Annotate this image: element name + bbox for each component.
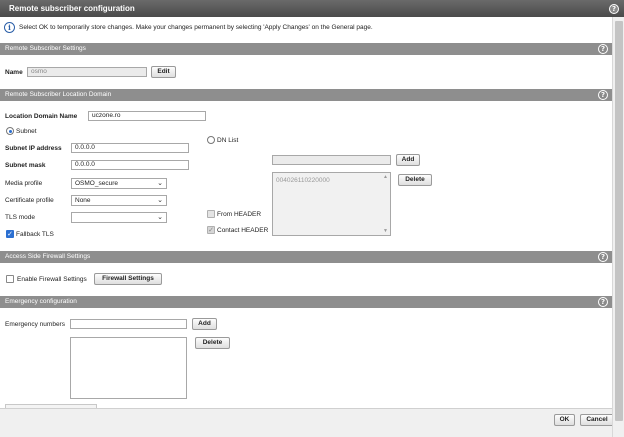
dn-list-input	[272, 155, 391, 165]
emergency-add-button[interactable]: Add	[192, 318, 217, 330]
help-icon[interactable]: ?	[609, 4, 619, 14]
section-emergency-title: Emergency configuration	[5, 298, 77, 305]
dn-list-label: DN List	[217, 137, 239, 144]
certificate-profile-select[interactable]: None ⌄	[71, 195, 167, 206]
section-remote-settings-title: Remote Subscriber Settings	[5, 45, 86, 52]
tls-mode-select[interactable]: ⌄	[71, 212, 167, 223]
info-icon: i	[4, 22, 15, 33]
vertical-scrollbar[interactable]	[612, 17, 624, 437]
edit-name-button[interactable]: Edit	[151, 66, 176, 78]
media-profile-select[interactable]: OSMO_secure ⌄	[71, 178, 167, 189]
subnet-ip-input[interactable]: 0.0.0.0	[71, 143, 189, 153]
dn-delete-button[interactable]: Delete	[398, 174, 432, 186]
name-field: osmo	[27, 67, 147, 77]
enable-firewall-label: Enable Firewall Settings	[17, 276, 87, 283]
emergency-numbers-list[interactable]	[70, 337, 187, 399]
emergency-numbers-label: Emergency numbers	[5, 321, 65, 328]
fallback-tls-checkbox[interactable]: ✓	[6, 230, 14, 238]
scroll-up-icon[interactable]: ▲	[383, 174, 388, 180]
dn-list-radio[interactable]	[207, 136, 215, 144]
subnet-radio-label: Subnet	[16, 128, 37, 135]
certificate-profile-value: None	[75, 197, 91, 204]
emergency-numbers-input[interactable]	[70, 319, 187, 329]
help-icon[interactable]: ?	[598, 44, 608, 54]
help-icon[interactable]: ?	[598, 297, 608, 307]
chevron-down-icon: ⌄	[157, 197, 163, 204]
location-domain-label: Location Domain Name	[5, 113, 78, 120]
dn-add-button[interactable]: Add	[396, 154, 420, 166]
section-location-domain-title: Remote Subscriber Location Domain	[5, 91, 112, 98]
location-domain-input[interactable]: uczone.ro	[88, 111, 206, 121]
section-location-domain: Remote Subscriber Location Domain ?	[0, 89, 612, 101]
cancel-button[interactable]: Cancel	[580, 414, 614, 426]
name-label: Name	[5, 69, 23, 76]
list-item[interactable]: 004026110220000	[276, 176, 330, 185]
emergency-delete-button[interactable]: Delete	[195, 337, 230, 349]
tls-mode-label: TLS mode	[5, 214, 35, 221]
section-firewall-title: Access Side Firewall Settings	[5, 253, 91, 260]
dialog-title: Remote subscriber configuration	[0, 0, 624, 17]
fallback-tls-label: Fallback TLS	[16, 231, 54, 238]
subnet-mask-input[interactable]: 0.0.0.0	[71, 160, 189, 170]
from-header-label: From HEADER	[217, 211, 262, 218]
contact-header-label: Contact HEADER	[217, 227, 269, 234]
section-emergency: Emergency configuration ?	[0, 296, 612, 308]
scrollbar-thumb[interactable]	[615, 21, 623, 421]
media-profile-label: Media profile	[5, 180, 43, 187]
scroll-down-icon[interactable]: ▼	[383, 228, 388, 234]
help-icon[interactable]: ?	[598, 90, 608, 100]
subnet-mask-label: Subnet mask	[5, 162, 46, 169]
chevron-down-icon: ⌄	[157, 180, 163, 187]
info-text: Select OK to temporarily store changes. …	[19, 24, 373, 31]
firewall-settings-button[interactable]: Firewall Settings	[94, 273, 162, 285]
from-header-checkbox	[207, 210, 215, 218]
subnet-radio[interactable]	[6, 127, 14, 135]
enable-firewall-checkbox[interactable]	[6, 275, 14, 283]
section-firewall: Access Side Firewall Settings ?	[0, 251, 612, 263]
chevron-down-icon: ⌄	[157, 214, 163, 221]
ok-button[interactable]: OK	[554, 414, 575, 426]
certificate-profile-label: Certificate profile	[5, 197, 54, 204]
dialog-footer	[0, 408, 612, 437]
contact-header-checkbox: ✓	[207, 226, 215, 234]
dn-list-box[interactable]: 004026110220000 ▲ ▼	[272, 172, 391, 236]
subnet-ip-label: Subnet IP address	[5, 145, 62, 152]
media-profile-value: OSMO_secure	[75, 180, 118, 187]
section-remote-settings: Remote Subscriber Settings ?	[0, 43, 612, 55]
dialog-title-text: Remote subscriber configuration	[9, 4, 135, 13]
help-icon[interactable]: ?	[598, 252, 608, 262]
